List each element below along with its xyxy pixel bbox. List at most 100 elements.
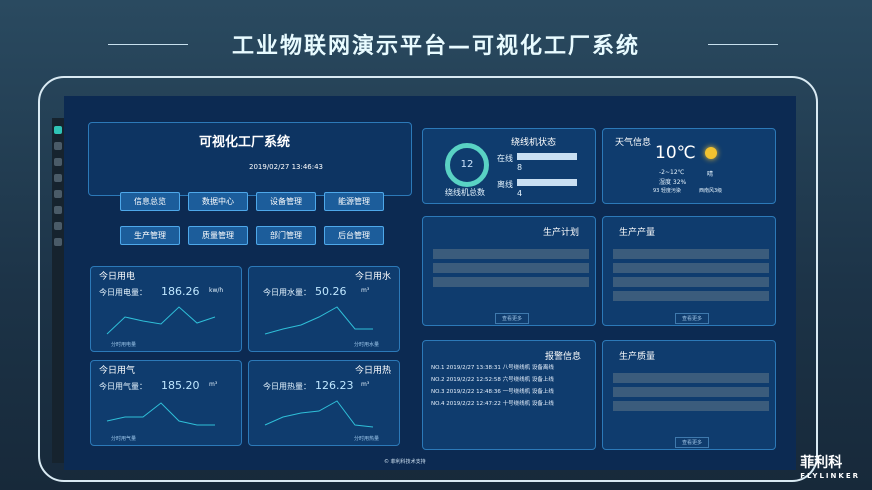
- nav-icon-image[interactable]: [54, 174, 62, 182]
- gas-chart: [106, 402, 215, 426]
- nav-button-quality[interactable]: 质量管理: [188, 226, 248, 245]
- gas-unit: m³: [209, 381, 218, 388]
- alarm-row[interactable]: NO.4 2019/2/22 12:47:22 十号绕线机 设备上线: [431, 399, 587, 411]
- nav-icon-cup[interactable]: [54, 190, 62, 198]
- nav-icon-box[interactable]: [54, 206, 62, 214]
- machine-status-title: 绕线机状态: [511, 138, 557, 148]
- nav-icon-settings[interactable]: [54, 238, 62, 246]
- electric-panel: 今日用电 今日用电量： 186.26 kw/h 分时用电量: [90, 266, 242, 352]
- gas-line: [106, 402, 215, 426]
- plan-more-button[interactable]: 查看更多: [495, 313, 530, 324]
- plan-row: [433, 263, 589, 273]
- water-panel: 今日用水 今日用水量： 50.26 m³ 分时用水量: [248, 266, 400, 352]
- nav-button-department[interactable]: 部门管理: [256, 226, 316, 245]
- dashboard-screen: 可视化工厂系统 2019/02/27 13:46:43 信息总览 数据中心 设备…: [64, 96, 796, 470]
- sun-icon: [705, 147, 717, 159]
- output-row: [613, 263, 769, 273]
- electric-line: [106, 306, 216, 335]
- alarm-panel: 报警信息 NO.1 2019/2/27 13:38:31 八号绕线机 设备离线 …: [422, 340, 596, 450]
- water-chart: [264, 306, 373, 335]
- nav-button-data[interactable]: 数据中心: [188, 192, 248, 211]
- nav-button-energy[interactable]: 能源管理: [324, 192, 384, 211]
- quality-row: [613, 401, 769, 411]
- gas-value: 185.20: [161, 379, 200, 392]
- plan-title: 生产计划: [543, 228, 580, 238]
- heat-line: [264, 400, 374, 428]
- weather-title: 天气信息: [615, 138, 652, 148]
- machine-total-ring: 12: [445, 143, 489, 187]
- quality-row: [613, 387, 769, 397]
- heat-value: 126.23: [315, 379, 354, 392]
- brand-logo: 菲利科 FLYLINKER: [800, 455, 860, 480]
- heat-unit: m³: [361, 381, 370, 388]
- nav-button-production[interactable]: 生产管理: [120, 226, 180, 245]
- gas-label: 今日用气量：: [99, 382, 147, 391]
- alarm-row[interactable]: NO.3 2019/2/22 12:48:36 一号绕线机 设备上线: [431, 387, 587, 399]
- electric-chart: [106, 306, 216, 335]
- electric-xlabel: 分时用电量: [111, 342, 137, 348]
- output-more-button[interactable]: 查看更多: [675, 313, 710, 324]
- machine-total-label: 绕线机总数: [445, 188, 485, 197]
- slide-title: 工业物联网演示平台—可视化工厂系统: [231, 34, 640, 59]
- left-sidebar: [52, 118, 64, 463]
- heat-xlabel: 分时用热量: [353, 436, 379, 442]
- weather-humidity: 湿度 32%: [659, 179, 687, 186]
- online-count: 8: [517, 163, 523, 172]
- gas-panel: 今日用气 今日用气量： 185.20 m³ 分时用气量: [90, 360, 242, 446]
- output-row: [613, 291, 769, 301]
- nav-button-device[interactable]: 设备管理: [256, 192, 316, 211]
- alarm-list: NO.1 2019/2/27 13:38:31 八号绕线机 设备离线 NO.2 …: [431, 363, 587, 411]
- offline-bar: [517, 179, 577, 186]
- online-label: 在线: [497, 154, 513, 163]
- production-quality-panel: 生产质量 查看更多: [602, 340, 776, 450]
- electric-value: 186.26: [161, 285, 200, 298]
- output-row: [613, 277, 769, 287]
- header-panel: 可视化工厂系统 2019/02/27 13:46:43: [88, 122, 412, 196]
- nav-icon-chart[interactable]: [54, 142, 62, 150]
- nav-icon-home[interactable]: [54, 126, 62, 134]
- heat-title: 今日用热: [354, 366, 391, 376]
- gas-xlabel: 分时用气量: [111, 436, 137, 442]
- weather-wind: 西南风3级: [699, 188, 723, 194]
- datetime: 2019/02/27 13:46:43: [249, 163, 324, 171]
- footer: © 菲利科技术支持: [384, 459, 426, 465]
- alarm-title: 报警信息: [545, 352, 582, 362]
- machine-status-panel: 绕线机状态 12 绕线机总数 在线 8 离线 4: [422, 128, 596, 204]
- water-value: 50.26: [315, 285, 347, 298]
- quality-row: [613, 373, 769, 383]
- electric-title: 今日用电: [99, 272, 136, 282]
- plan-row: [433, 277, 589, 287]
- heat-panel: 今日用热 今日用热量： 126.23 m³ 分时用热量: [248, 360, 400, 446]
- heat-chart: [264, 400, 374, 428]
- water-label: 今日用水量：: [263, 288, 311, 297]
- weather-aqi: 93 轻度污染: [653, 188, 681, 194]
- water-xlabel: 分时用水量: [353, 342, 379, 348]
- weather-range: -2~12℃: [659, 169, 685, 176]
- water-line: [264, 306, 373, 335]
- nav-icon-user[interactable]: [54, 222, 62, 230]
- quality-title: 生产质量: [619, 352, 656, 362]
- weather-panel: 天气信息 10℃ 晴 -2~12℃ 湿度 32% 93 轻度污染 西南风3级: [602, 128, 776, 204]
- gas-title: 今日用气: [99, 366, 136, 376]
- nav-button-overview[interactable]: 信息总览: [120, 192, 180, 211]
- electric-label: 今日用电量：: [99, 288, 147, 297]
- online-bar: [517, 153, 577, 160]
- output-title: 生产产量: [619, 228, 656, 238]
- production-output-panel: 生产产量 查看更多: [602, 216, 776, 326]
- offline-label: 离线: [497, 180, 513, 189]
- system-title: 可视化工厂系统: [199, 135, 291, 150]
- output-row: [613, 249, 769, 259]
- alarm-row[interactable]: NO.1 2019/2/27 13:38:31 八号绕线机 设备离线: [431, 363, 587, 375]
- water-title: 今日用水: [354, 272, 391, 282]
- heat-label: 今日用热量：: [263, 382, 311, 391]
- alarm-row[interactable]: NO.2 2019/2/22 12:52:58 六号绕线机 设备上线: [431, 375, 587, 387]
- production-plan-panel: 生产计划 查看更多: [422, 216, 596, 326]
- quality-more-button[interactable]: 查看更多: [675, 437, 710, 448]
- water-unit: m³: [361, 287, 370, 294]
- offline-count: 4: [517, 189, 523, 198]
- electric-unit: kw/h: [209, 287, 224, 294]
- nav-button-admin[interactable]: 后台管理: [324, 226, 384, 245]
- nav-icon-list[interactable]: [54, 158, 62, 166]
- plan-row: [433, 249, 589, 259]
- weather-condition: 晴: [707, 171, 714, 178]
